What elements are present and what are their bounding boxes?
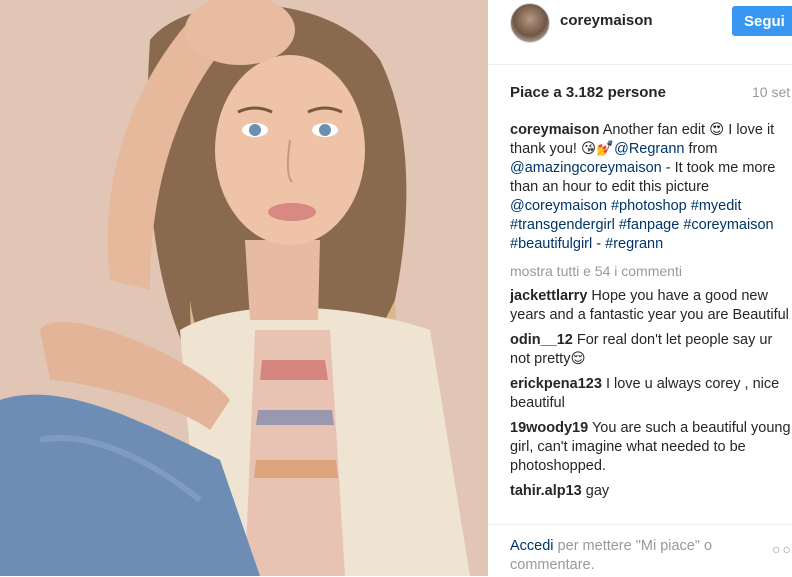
mention-link[interactable]: @amazingcoreymaison	[510, 160, 662, 176]
comment-username[interactable]: jackettlarry	[510, 288, 587, 304]
login-prompt: Accedi per mettere "Mi piace" o commenta…	[510, 537, 740, 575]
comment-username[interactable]: 19woody19	[510, 420, 588, 436]
heart-eyes-emoji: 😍	[709, 122, 725, 138]
more-options-icon[interactable]: ○○	[772, 541, 792, 557]
post-footer: Accedi per mettere "Mi piace" o commenta…	[488, 524, 792, 577]
comment-username[interactable]: erickpena123	[510, 376, 602, 392]
caption-text: from	[684, 141, 718, 157]
comment-item: 19woody19 You are such a beautiful young…	[510, 419, 792, 476]
login-link[interactable]: Accedi	[510, 538, 554, 554]
mention-link[interactable]: @coreymaison	[510, 198, 607, 214]
avatar[interactable]	[510, 3, 550, 43]
comment-text: gay	[585, 483, 610, 499]
comment-username[interactable]: tahir.alp13	[510, 483, 582, 499]
caption-username[interactable]: coreymaison	[510, 122, 599, 138]
comment-item: odin__12 For real don't let people say u…	[510, 331, 792, 369]
hashtag-link[interactable]: #regrann	[605, 236, 663, 252]
caption-text: -	[592, 236, 606, 252]
post-header: coreymaison Segui	[488, 0, 792, 65]
comment-username[interactable]: odin__12	[510, 332, 573, 348]
post-date[interactable]: 10 set	[752, 84, 790, 100]
post-sidebar: coreymaison Segui Piace a 3.182 persone …	[488, 0, 792, 576]
comment-item: erickpena123 I love u always corey , nic…	[510, 375, 792, 413]
follow-button[interactable]: Segui	[732, 6, 792, 36]
post-photo[interactable]	[0, 0, 488, 576]
caption-text: Another fan edit	[599, 122, 710, 138]
caption: coreymaison Another fan edit 😍 I love it…	[510, 121, 792, 254]
likes-count[interactable]: Piace a 3.182 persone	[510, 84, 666, 101]
comment-item: tahir.alp13 gay	[510, 482, 792, 501]
mention-link[interactable]: @Regrann	[614, 141, 684, 157]
show-all-comments-link[interactable]: mostra tutti e 54 i commenti	[510, 262, 792, 281]
post-username[interactable]: coreymaison	[560, 12, 653, 29]
comments-list[interactable]: coreymaison Another fan edit 😍 I love it…	[510, 121, 792, 519]
kiss-nail-emoji: 😘💅	[580, 141, 615, 157]
post-photo-illustration	[0, 0, 488, 576]
comment-item: jackettlarry Hope you have a good new ye…	[510, 287, 792, 325]
